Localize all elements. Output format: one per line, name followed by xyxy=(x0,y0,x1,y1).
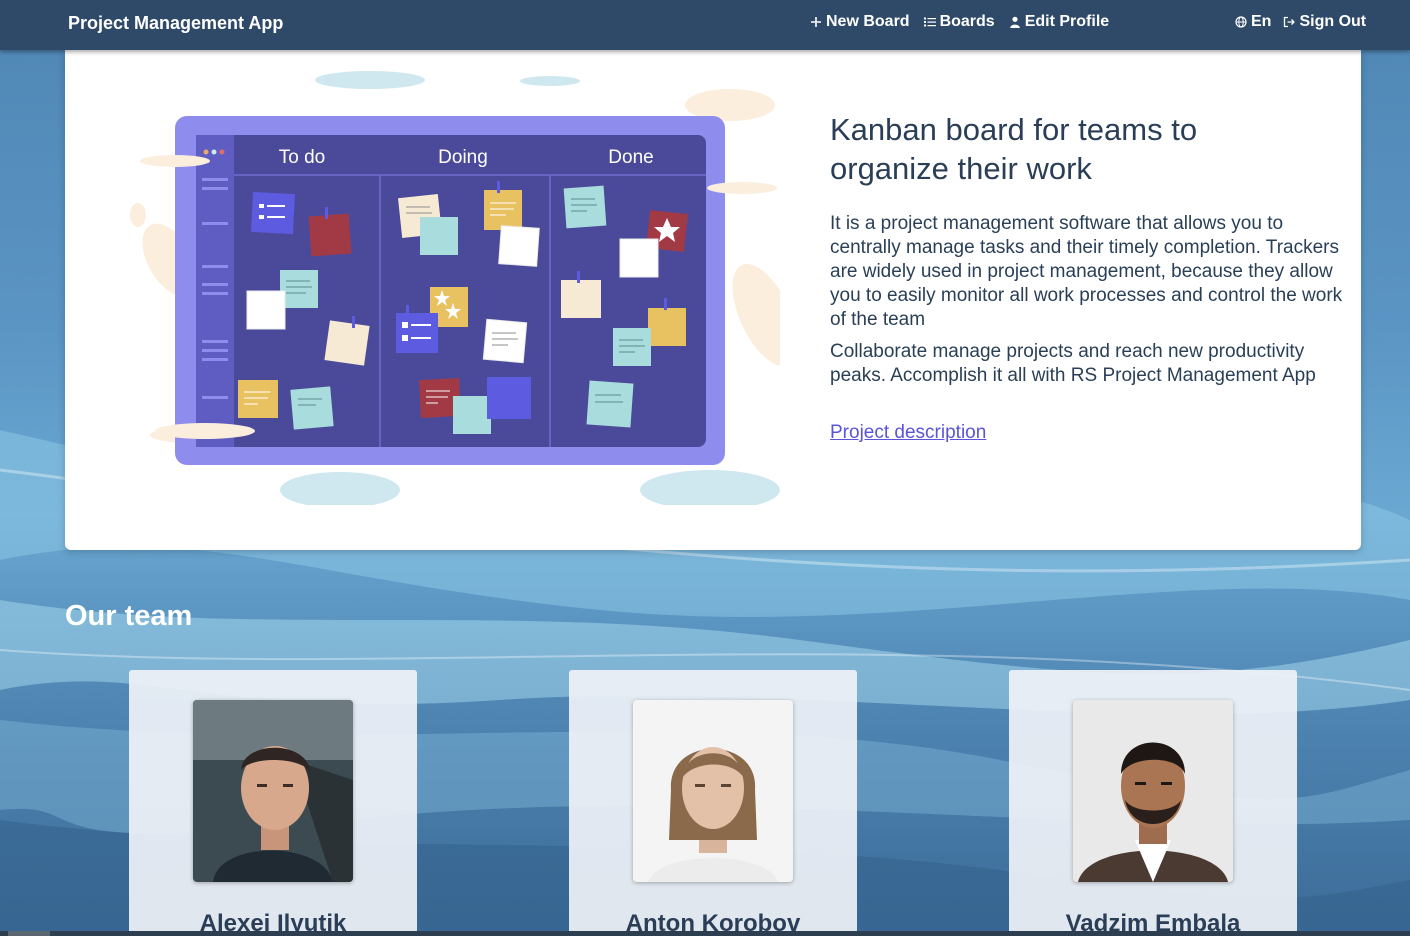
team-member-card[interactable]: Vadzim Embala xyxy=(1009,670,1297,936)
list-icon xyxy=(923,17,936,27)
team-section-title: Our team xyxy=(65,600,193,632)
member-photo xyxy=(633,700,793,882)
language-switch[interactable]: En xyxy=(1235,13,1271,31)
member-photo xyxy=(193,700,353,882)
user-nav: En Sign Out xyxy=(1235,13,1366,31)
sign-out-button[interactable]: Sign Out xyxy=(1283,13,1366,31)
app-brand[interactable]: Project Management App xyxy=(68,13,283,34)
hero-title: Kanban board for teams to organize their… xyxy=(830,112,1198,186)
horizontal-scrollbar[interactable] xyxy=(0,931,1410,936)
project-description-link[interactable]: Project description xyxy=(830,422,986,444)
scrollbar-thumb[interactable] xyxy=(8,931,50,936)
sign-out-icon xyxy=(1284,16,1296,28)
team-member-card[interactable]: Alexei Ilyutik xyxy=(129,670,417,936)
member-photo xyxy=(1073,700,1233,882)
board-column-todo: To do xyxy=(279,147,325,168)
hero-paragraph-1: It is a project management software that… xyxy=(830,213,1343,330)
sign-out-label: Sign Out xyxy=(1299,13,1367,30)
new-board-label: New Board xyxy=(826,13,910,30)
board-column-done: Done xyxy=(608,147,653,168)
language-label: En xyxy=(1251,13,1272,30)
main-nav: New Board Boards Edit Profile xyxy=(810,13,1109,31)
hero-card: To do Doing Done Kanban board for teams … xyxy=(65,50,1361,550)
kanban-illustration: To do Doing Done xyxy=(130,71,780,505)
plus-icon xyxy=(811,17,821,27)
globe-icon xyxy=(1235,16,1247,28)
top-navbar: Project Management App New Board Boards … xyxy=(0,0,1410,50)
edit-profile-link[interactable]: Edit Profile xyxy=(1009,13,1109,31)
boards-link[interactable]: Boards xyxy=(923,13,995,31)
boards-label: Boards xyxy=(939,13,995,30)
new-board-button[interactable]: New Board xyxy=(810,13,910,31)
edit-profile-label: Edit Profile xyxy=(1024,13,1110,30)
hero-paragraph-2: Collaborate manage projects and reach ne… xyxy=(830,341,1316,386)
user-icon xyxy=(1009,16,1020,28)
team-member-card[interactable]: Anton Korobov xyxy=(569,670,857,936)
board-column-doing: Doing xyxy=(438,147,488,168)
